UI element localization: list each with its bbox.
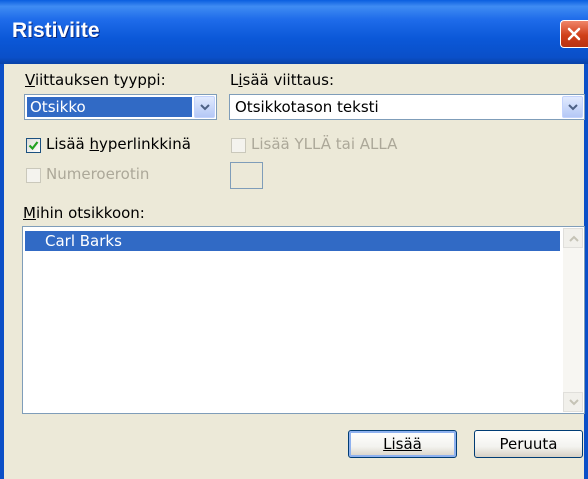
cancel-button[interactable]: Peruuta [474, 430, 583, 458]
chevron-down-icon [569, 399, 579, 406]
insert-reference-label: Lisää viittaus: [230, 71, 335, 89]
separator-checkbox[interactable] [26, 168, 41, 183]
title-bar[interactable]: Ristiviite [0, 0, 588, 64]
insert-reference-value: Otsikkotason teksti [235, 98, 379, 116]
heading-list[interactable]: Carl Barks [22, 226, 585, 414]
cancel-button-label: Peruuta [499, 435, 558, 453]
insert-reference-select[interactable]: Otsikkotason teksti [229, 94, 585, 120]
close-icon [567, 27, 581, 41]
chevron-up-icon [569, 235, 579, 242]
above-below-checkbox[interactable] [231, 138, 246, 153]
close-button[interactable] [560, 20, 588, 48]
above-below-label: Lisää YLLÄ tai ALLA [251, 135, 398, 153]
scroll-up-button[interactable] [563, 228, 583, 248]
list-item[interactable]: Carl Barks [25, 231, 560, 251]
hyperlink-checkbox[interactable] [26, 138, 41, 153]
chevron-down-icon [568, 104, 578, 111]
window-frame-left [0, 64, 4, 479]
which-heading-label: Mihin otsikkoon: [23, 204, 145, 222]
reference-type-value: Otsikko [27, 97, 192, 117]
insert-button-label: Lisää [383, 435, 422, 453]
dialog-title: Ristiviite [12, 19, 100, 42]
chevron-down-icon [200, 104, 210, 111]
reference-type-dropdown-button[interactable] [194, 96, 215, 118]
hyperlink-label[interactable]: Lisää hyperlinkkinä [46, 135, 191, 153]
list-scrollbar[interactable] [563, 228, 583, 412]
scroll-down-button[interactable] [563, 392, 583, 412]
checkmark-icon [28, 141, 39, 151]
separator-label: Numeroerotin [46, 165, 150, 183]
insert-reference-dropdown-button[interactable] [562, 96, 583, 118]
insert-button[interactable]: Lisää [348, 430, 457, 458]
separator-value-box[interactable] [230, 162, 263, 189]
reference-type-select[interactable]: Otsikko [24, 94, 217, 120]
reference-type-label: Viittauksen tyyppi: [25, 71, 166, 89]
